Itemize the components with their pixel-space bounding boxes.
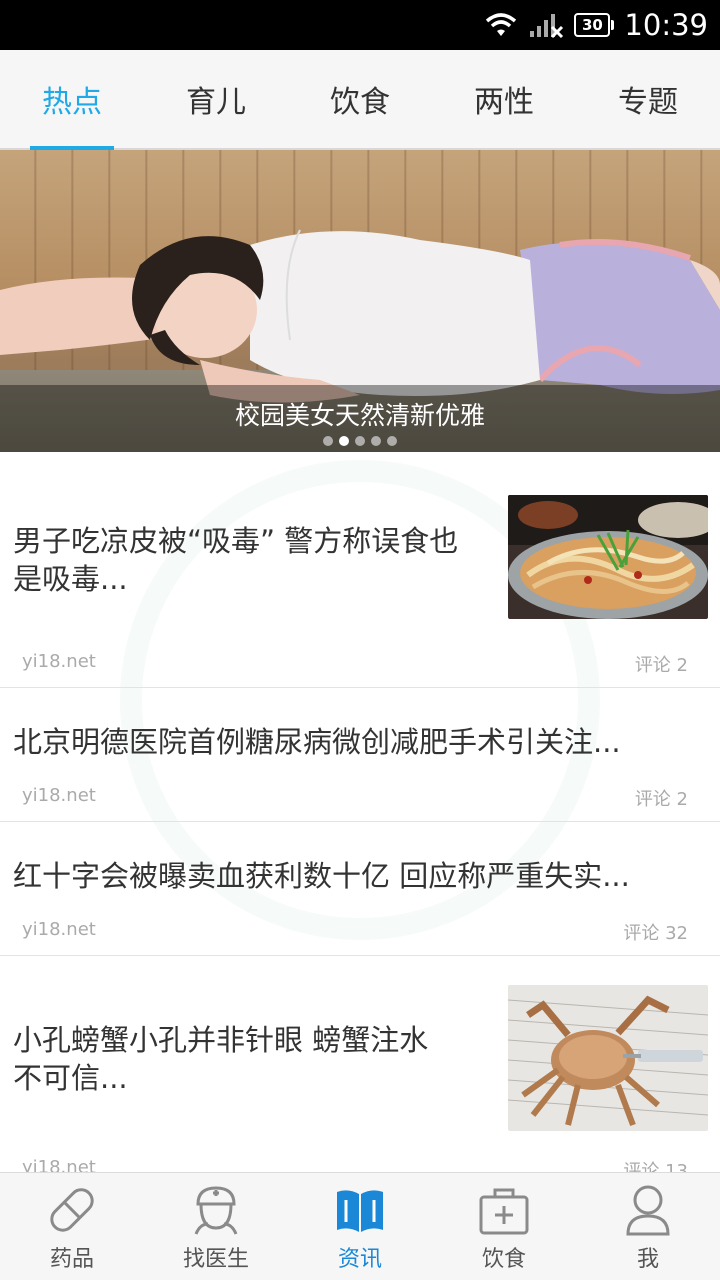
pagination-dot[interactable] xyxy=(371,436,381,446)
news-item[interactable]: 男子吃凉皮被“吸毒” 警方称误食也 是吸毒... yi18.net 评论 2 xyxy=(0,452,720,688)
news-thumbnail xyxy=(508,495,708,619)
wifi-icon xyxy=(486,13,517,36)
battery-level: 30 xyxy=(574,13,611,37)
nurse-icon xyxy=(188,1182,244,1238)
nav-label: 饮食 xyxy=(481,1247,526,1272)
news-item[interactable]: 北京明德医院首例糖尿病微创减肥手术引关注... yi18.net 评论 2 xyxy=(0,688,720,822)
medical-kit-icon xyxy=(476,1182,532,1238)
tab-sex-health[interactable]: 两性 xyxy=(432,50,576,148)
news-title: 北京明德医院首例糖尿病微创减肥手术引关注... xyxy=(13,725,621,759)
news-title: 小孔螃蟹小孔并非针眼 螃蟹注水 不可信... xyxy=(13,1023,429,1095)
person-icon xyxy=(620,1182,676,1238)
nav-diet[interactable]: 饮食 xyxy=(432,1173,576,1280)
nav-label: 药品 xyxy=(49,1247,94,1272)
news-item[interactable]: 红十字会被曝卖血获利数十亿 回应称严重失实... yi18.net 评论 32 xyxy=(0,822,720,956)
news-title: 男子吃凉皮被“吸毒” 警方称误食也 是吸毒... xyxy=(13,524,459,596)
book-icon xyxy=(332,1182,388,1238)
banner-pagination xyxy=(0,436,720,446)
banner-title: 校园美女天然清新优雅 xyxy=(234,401,485,430)
nav-me[interactable]: 我 xyxy=(576,1173,720,1280)
tab-parenting[interactable]: 育儿 xyxy=(144,50,288,148)
news-comments: 评论 2 xyxy=(634,789,688,810)
banner-carousel[interactable]: 校园美女天然清新优雅 xyxy=(0,150,720,452)
pagination-dot[interactable] xyxy=(323,436,333,446)
noodle-dish-image xyxy=(508,495,708,619)
nav-find-doctor[interactable]: 找医生 xyxy=(144,1173,288,1280)
signal-icon xyxy=(530,14,564,39)
app-root: 30 10:39 热点 育儿 饮食 两性 专题 校园美女天然清新优雅 男子吃凉皮… xyxy=(0,0,720,1280)
news-list: 男子吃凉皮被“吸毒” 警方称误食也 是吸毒... yi18.net 评论 2 北… xyxy=(0,452,720,1196)
crab-image xyxy=(508,985,708,1131)
pagination-dot[interactable] xyxy=(387,436,397,446)
status-bar: 30 10:39 xyxy=(0,0,720,50)
status-time: 10:39 xyxy=(624,8,708,42)
tab-topics[interactable]: 专题 xyxy=(576,50,720,148)
nav-news[interactable]: 资讯 xyxy=(288,1173,432,1280)
nav-label: 资讯 xyxy=(337,1247,382,1272)
tab-hot[interactable]: 热点 xyxy=(0,50,144,150)
nav-label: 找医生 xyxy=(182,1247,249,1272)
status-icons: 30 10:39 xyxy=(484,0,708,50)
nav-medicine[interactable]: 药品 xyxy=(0,1173,144,1280)
category-tabs: 热点 育儿 饮食 两性 专题 xyxy=(0,50,720,150)
tab-diet[interactable]: 饮食 xyxy=(288,50,432,148)
news-comments: 评论 2 xyxy=(634,655,688,676)
news-comments: 评论 32 xyxy=(623,923,688,944)
pagination-dot-active[interactable] xyxy=(339,436,349,446)
news-title: 红十字会被曝卖血获利数十亿 回应称严重失实... xyxy=(13,859,630,893)
bottom-navigation: 药品 找医生 资讯 饮食 我 xyxy=(0,1172,720,1280)
news-source: yi18.net xyxy=(22,919,96,940)
battery-icon: 30 xyxy=(574,13,615,37)
pagination-dot[interactable] xyxy=(355,436,365,446)
news-item[interactable]: 小孔螃蟹小孔并非针眼 螃蟹注水 不可信... yi18.net xyxy=(0,956,720,1196)
news-source: yi18.net xyxy=(22,651,96,672)
news-thumbnail xyxy=(508,985,708,1131)
pill-icon xyxy=(44,1182,100,1238)
news-source: yi18.net xyxy=(22,785,96,806)
nav-label: 我 xyxy=(636,1247,659,1272)
